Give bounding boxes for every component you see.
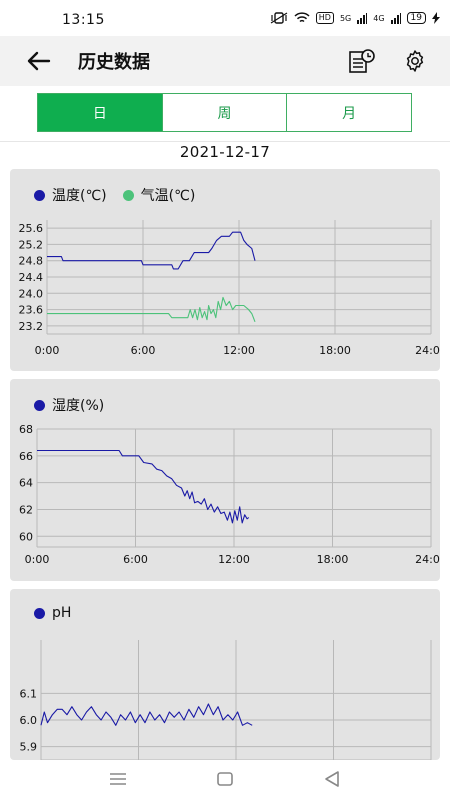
history-log-icon[interactable]	[348, 48, 376, 74]
page-title: 历史数据	[78, 52, 150, 73]
y-tick-label: 23.6	[19, 304, 44, 317]
system-nav-bar	[0, 760, 450, 800]
temperature-chart-card: 温度(℃) 气温(℃) 0:006:0012:0018:0024:0025.62…	[10, 169, 440, 371]
chart-grid	[46, 220, 432, 335]
y-tick-label: 6.0	[20, 714, 38, 727]
home-square-icon[interactable]	[212, 768, 238, 790]
period-tabs: 日 周 月	[37, 93, 412, 132]
temperature-chart: 0:00 6:00 12:00 18:00 24:00 25.6 25.2 24.8 24.4 2…	[19, 220, 440, 357]
signal-bars-icon	[357, 12, 368, 24]
y-tick-label: 25.2	[19, 238, 44, 251]
chart-grid	[40, 640, 432, 760]
signal-4g-label: 4G	[373, 13, 385, 23]
x-tick-label: 18:00	[319, 344, 351, 357]
x-tick-label: 18:00	[317, 553, 349, 566]
x-tick-label: 12:00	[218, 553, 250, 566]
charging-bolt-icon	[432, 12, 440, 24]
y-tick-label: 24.0	[19, 287, 44, 300]
y-tick-label: 60	[19, 530, 33, 543]
series-line	[37, 449, 250, 524]
y-tick-label: 24.4	[19, 271, 44, 284]
x-tick-label: 24:00	[415, 553, 440, 566]
signal-bars-icon-2	[390, 12, 401, 24]
mute-vibrate-icon	[270, 12, 288, 24]
status-time: 13:15	[62, 12, 105, 28]
y-tick-label: 68	[19, 423, 33, 436]
y-tick-label: 62	[19, 503, 33, 516]
gear-icon[interactable]	[403, 49, 427, 73]
app-bar: 历史数据	[0, 36, 450, 86]
chart-grid	[36, 428, 432, 548]
x-tick-label: 0:00	[25, 553, 50, 566]
status-icons: HD 5G 4G 19	[270, 12, 440, 24]
hd-badge: HD	[315, 12, 334, 24]
humidity-chart-card: 湿度(%) 0:006:0012:0018:0024:006866646260	[10, 379, 440, 581]
tab-week[interactable]: 周	[161, 94, 287, 131]
tab-day[interactable]: 日	[38, 94, 162, 131]
y-tick-label: 64	[19, 477, 33, 490]
back-triangle-icon[interactable]	[319, 768, 345, 790]
x-tick-label: 6:00	[131, 344, 156, 357]
x-tick-label: 0:00	[35, 344, 60, 357]
divider	[0, 141, 450, 142]
tab-month[interactable]: 月	[286, 94, 411, 131]
selected-date[interactable]: 2021-12-17	[0, 143, 450, 161]
wifi-icon	[294, 12, 310, 23]
arrow-left-icon[interactable]	[26, 50, 52, 72]
ph-chart-card: pH 6.1 6.0 5.9	[10, 589, 440, 760]
y-tick-label: 5.9	[20, 741, 38, 754]
x-tick-label: 24:00	[415, 344, 440, 357]
ph-chart: 6.1 6.0 5.9	[20, 640, 432, 760]
x-tick-label: 6:00	[123, 553, 148, 566]
series-line	[47, 231, 256, 270]
menu-icon[interactable]	[105, 768, 131, 790]
humidity-chart: 0:00 6:00 12:00 18:00 24:00 68 66 64 62 60	[19, 423, 440, 566]
y-tick-label: 6.1	[20, 687, 38, 700]
y-tick-label: 25.6	[19, 222, 44, 235]
signal-5g-label: 5G	[339, 13, 352, 23]
y-tick-label: 23.2	[19, 320, 44, 333]
series-line	[40, 703, 253, 726]
y-tick-label: 66	[19, 450, 33, 463]
x-tick-label: 12:00	[223, 344, 255, 357]
status-bar: 13:15 HD 5G 4G 19	[0, 0, 450, 36]
battery-indicator: 19	[406, 12, 426, 24]
y-tick-label: 24.8	[19, 255, 44, 268]
